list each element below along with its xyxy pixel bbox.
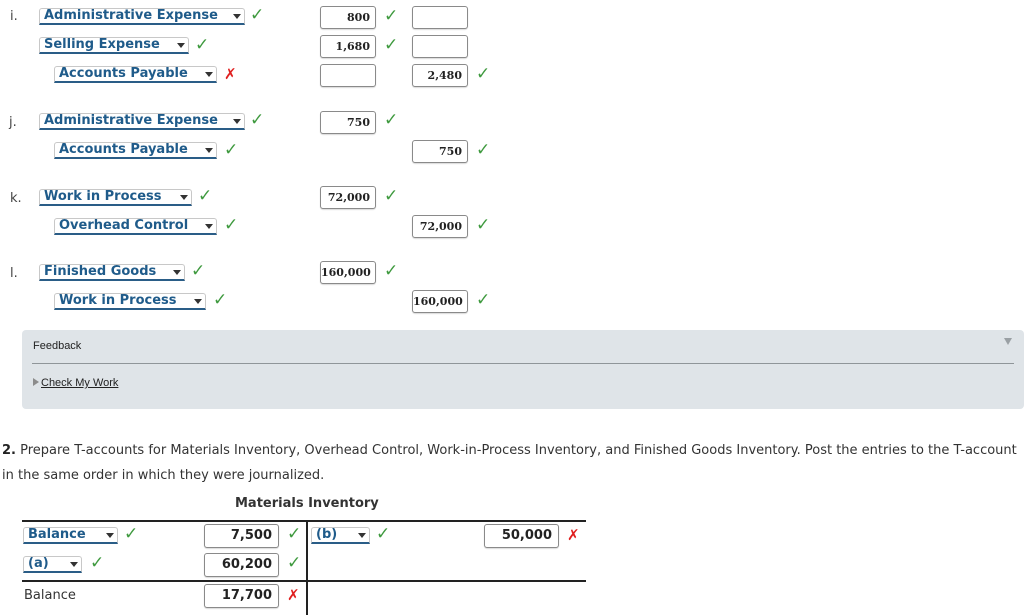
debit-amount-input[interactable]: 60,200 [204, 553, 279, 577]
divider [32, 363, 1014, 364]
feedback-title: Feedback [33, 340, 82, 352]
question-text: Prepare T-accounts for Materials Invento… [2, 443, 1017, 483]
account-select-value: Administrative Expense [44, 113, 218, 128]
collapse-toggle-icon[interactable] [1004, 338, 1012, 345]
chevron-down-icon [205, 148, 213, 153]
credit-label-value: (b) [316, 527, 338, 542]
debit-input[interactable]: 1,680 [320, 35, 376, 58]
account-select-value: Selling Expense [44, 37, 160, 52]
entry-letter: l. [10, 266, 18, 281]
account-select[interactable]: Accounts Payable [54, 66, 217, 83]
chevron-down-icon [233, 14, 241, 19]
t-account-balance-line [22, 580, 586, 582]
credit-input[interactable]: 72,000 [412, 215, 468, 238]
debit-input[interactable]: 160,000 [320, 261, 376, 284]
chevron-down-icon [205, 224, 213, 229]
credit-input[interactable]: 160,000 [412, 290, 468, 313]
check-icon: ✓ [250, 110, 265, 130]
credit-label-select[interactable]: (b) [311, 527, 370, 544]
account-select-value: Administrative Expense [44, 8, 218, 23]
account-select[interactable]: Overhead Control [54, 218, 217, 235]
check-icon: ✓ [195, 35, 210, 55]
account-select-value: Accounts Payable [59, 66, 188, 81]
check-icon: ✓ [384, 110, 399, 130]
check-icon: ✓ [191, 261, 206, 281]
account-select[interactable]: Selling Expense [39, 37, 189, 54]
debit-label-select[interactable]: Balance [23, 527, 118, 544]
check-icon: ✓ [384, 261, 399, 281]
account-select[interactable]: Work in Process [39, 189, 192, 206]
check-icon: ✓ [213, 290, 228, 310]
x-icon: ✗ [287, 586, 300, 604]
debit-input[interactable]: 750 [320, 111, 376, 134]
check-icon: ✓ [198, 186, 213, 206]
chevron-down-icon [233, 119, 241, 124]
account-select-value: Work in Process [44, 189, 162, 204]
t-account-top-line [22, 520, 586, 522]
chevron-down-icon [177, 43, 185, 48]
check-icon: ✓ [384, 35, 399, 55]
account-select[interactable]: Finished Goods [39, 264, 185, 281]
check-icon: ✓ [124, 524, 139, 544]
chevron-down-icon [358, 533, 366, 538]
check-icon: ✓ [224, 140, 239, 160]
x-icon: ✗ [567, 526, 580, 544]
credit-amount-input[interactable]: 50,000 [484, 524, 559, 548]
check-icon: ✓ [384, 6, 399, 26]
check-my-work-link[interactable]: Check My Work [33, 377, 118, 389]
credit-input[interactable] [412, 6, 468, 29]
chevron-down-icon [194, 299, 202, 304]
account-select-value: Accounts Payable [59, 142, 188, 157]
debit-label-value: (a) [28, 556, 49, 571]
expand-triangle-icon [33, 378, 39, 386]
check-icon: ✓ [287, 524, 302, 544]
credit-input[interactable]: 750 [412, 140, 468, 163]
debit-input[interactable]: 800 [320, 6, 376, 29]
chevron-down-icon [180, 195, 188, 200]
debit-input[interactable]: 72,000 [320, 186, 376, 209]
account-select-value: Overhead Control [59, 218, 189, 233]
check-icon: ✓ [224, 215, 239, 235]
check-my-work-label: Check My Work [41, 377, 119, 389]
check-icon: ✓ [384, 186, 399, 206]
check-icon: ✓ [476, 215, 491, 235]
chevron-down-icon [205, 72, 213, 77]
credit-input[interactable]: 2,480 [412, 64, 468, 87]
debit-label-value: Balance [28, 527, 86, 542]
t-account-center-line [306, 520, 308, 615]
account-select[interactable]: Administrative Expense [39, 8, 245, 25]
debit-input[interactable] [320, 64, 376, 87]
balance-label: Balance [24, 588, 76, 603]
check-icon: ✓ [90, 553, 105, 573]
x-icon: ✗ [224, 65, 237, 83]
debit-label-select[interactable]: (a) [23, 556, 82, 573]
question-number: 2. [2, 443, 16, 458]
chevron-down-icon [106, 533, 114, 538]
feedback-panel: Feedback Check My Work [22, 330, 1024, 409]
check-icon: ✓ [287, 553, 302, 573]
account-select[interactable]: Accounts Payable [54, 142, 217, 159]
instructions: 2. Prepare T-accounts for Materials Inve… [2, 438, 1017, 488]
entry-letter: k. [10, 191, 22, 206]
account-select-value: Finished Goods [44, 264, 157, 279]
check-icon: ✓ [376, 524, 391, 544]
account-select[interactable]: Administrative Expense [39, 113, 245, 130]
balance-amount-input[interactable]: 17,700 [204, 584, 279, 608]
chevron-down-icon [173, 270, 181, 275]
account-select-value: Work in Process [59, 293, 177, 308]
debit-amount-input[interactable]: 7,500 [204, 524, 279, 548]
entry-letter: i. [10, 9, 18, 24]
account-select[interactable]: Work in Process [54, 293, 206, 310]
t-account-title: Materials Inventory [235, 496, 379, 511]
chevron-down-icon [70, 562, 78, 567]
credit-input[interactable] [412, 35, 468, 58]
entry-letter: j. [9, 115, 17, 130]
check-icon: ✓ [476, 290, 491, 310]
check-icon: ✓ [476, 140, 491, 160]
check-icon: ✓ [476, 64, 491, 84]
check-icon: ✓ [250, 5, 265, 25]
